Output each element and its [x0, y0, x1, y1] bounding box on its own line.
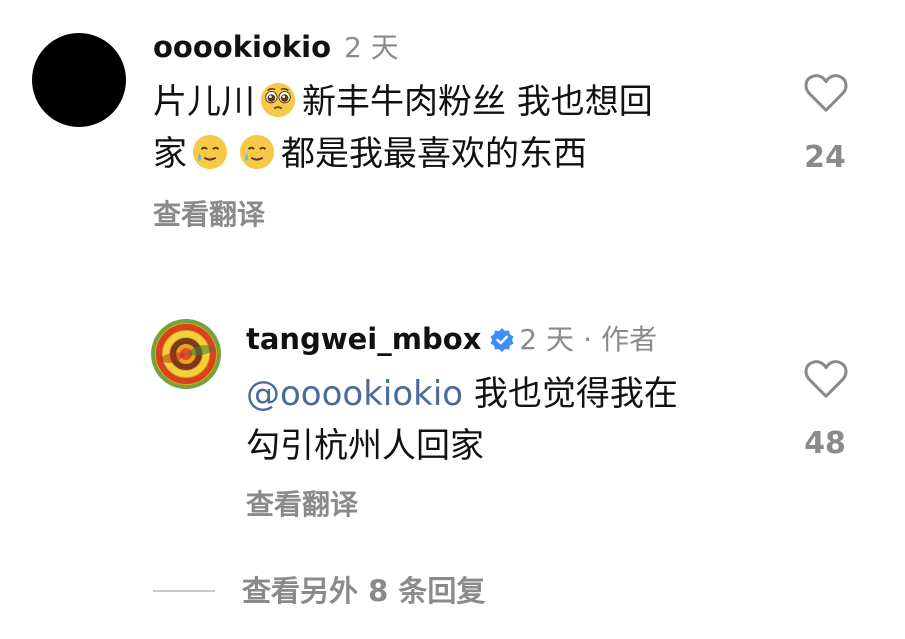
comment-header: ooookiokio 2 天 — [153, 30, 399, 65]
heart-outline-icon[interactable] — [803, 72, 849, 114]
heart-outline-icon[interactable] — [803, 358, 849, 400]
reply-header: tangwei_mbox 2 天 · 作者 — [246, 322, 657, 357]
reply-line-1: @ooookiokio 我也觉得我在 — [246, 368, 678, 420]
mention-link[interactable]: @ooookiokio — [246, 374, 463, 414]
separator-dot: · — [583, 323, 593, 356]
comment-line-2: 家 都是我最喜欢的东西 — [153, 128, 653, 180]
see-translation-link[interactable]: 查看翻译 — [246, 488, 358, 522]
comment-text-segment: 新丰牛肉粉丝 我也想回 — [302, 82, 653, 122]
reply-line-2: 勾引杭州人回家 — [246, 426, 484, 466]
view-more-replies-button[interactable]: 查看另外 8 条回复 — [242, 574, 485, 608]
smiling-face-with-tear-emoji — [239, 134, 275, 170]
avatar[interactable] — [32, 33, 126, 127]
timestamp: 2 天 — [344, 31, 399, 64]
username[interactable]: ooookiokio — [153, 30, 331, 64]
smiling-face-with-tear-emoji — [192, 134, 228, 170]
see-translation-link[interactable]: 查看翻译 — [153, 198, 265, 232]
avatar[interactable] — [151, 319, 221, 389]
like-count: 48 — [804, 426, 846, 461]
pleading-face-emoji — [260, 82, 296, 118]
divider — [153, 590, 215, 592]
reply-text: @ooookiokio 我也觉得我在 勾引杭州人回家 — [246, 368, 678, 472]
comment-text-segment: 片儿川 — [153, 82, 255, 122]
comment-line-1: 片儿川 新丰牛肉粉丝 我也想回 — [153, 76, 653, 128]
like-count: 24 — [804, 140, 846, 175]
comment-text-segment: 家 — [153, 134, 187, 174]
author-label: 作者 — [601, 323, 658, 356]
verified-badge-icon — [490, 328, 514, 352]
reply-text-segment: 我也觉得我在 — [473, 374, 678, 414]
comment-text-segment: 都是我最喜欢的东西 — [281, 134, 587, 174]
timestamp: 2 天 — [519, 323, 575, 356]
comment-text: 片儿川 新丰牛肉粉丝 我也想回 家 都是我最喜欢的东西 — [153, 76, 653, 180]
username[interactable]: tangwei_mbox — [246, 322, 481, 356]
